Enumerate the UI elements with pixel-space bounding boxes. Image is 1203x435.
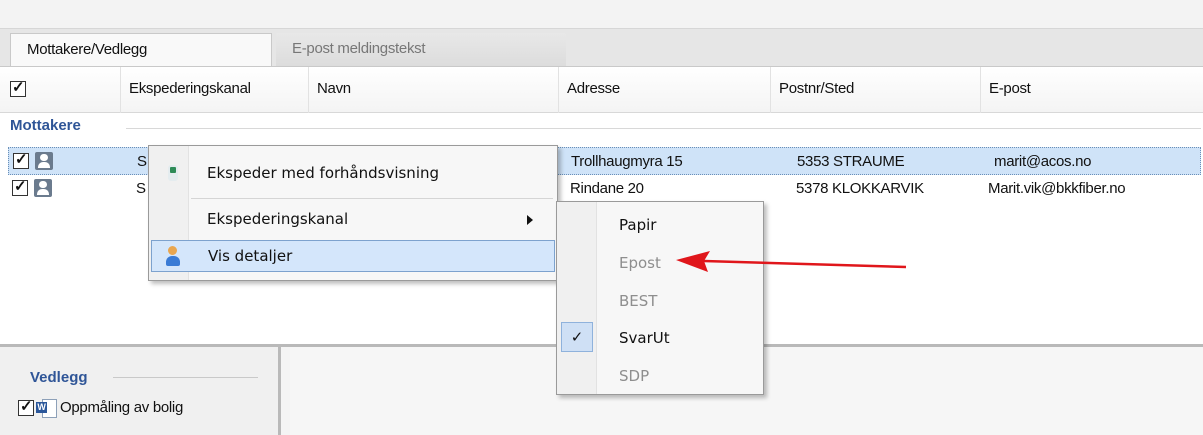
person-details-icon [164,246,182,268]
group-divider [126,128,1201,129]
group-label-mottakere: Mottakere [10,117,81,134]
row-checkbox[interactable] [12,177,28,196]
column-header-navn[interactable]: Navn [308,67,558,113]
person-icon [34,179,52,197]
submenu-arrow-icon [527,215,533,225]
submenu-item-best[interactable]: BEST [619,292,657,310]
menu-separator [191,198,553,199]
column-header-epost[interactable]: E-post [980,67,1203,113]
menu-item-label: Ekspeder med forhåndsvisning [207,164,440,182]
group-divider [113,377,258,378]
menu-gutter [557,202,597,394]
attachment-item[interactable]: Oppmåling av bolig [18,397,184,419]
window-top-strip [0,0,1203,28]
column-header-kanal[interactable]: Ekspederingskanal [120,67,308,113]
red-arrow-annotation [676,251,907,272]
submenu-item-svarut[interactable]: SvarUt [619,329,670,347]
menu-item-ekspeder[interactable]: Ekspeder med forhåndsvisning [151,158,555,190]
tab-epost-meldingstekst[interactable]: E-post meldingstekst [276,33,566,67]
send-icon [165,163,181,183]
cell-adresse: Trollhaugmyra 15 [571,153,683,170]
submenu-item-sdp[interactable]: SDP [619,367,649,385]
cell-adresse: Rindane 20 [570,180,644,197]
check-icon: ✓ [561,322,593,352]
word-document-icon [36,399,57,419]
select-all-checkbox[interactable] [10,78,26,98]
tab-bar: Mottakere/Vedlegg E-post meldingstekst [0,28,1203,67]
tab-mottakere-vedlegg[interactable]: Mottakere/Vedlegg [10,33,272,67]
menu-item-ekspederingskanal[interactable]: Ekspederingskanal [151,204,555,236]
submenu-item-papir[interactable]: Papir [619,216,656,234]
person-icon [35,152,53,170]
cell-postnr: 5378 KLOKKARVIK [796,180,924,197]
select-all-header[interactable] [0,67,120,113]
arrow-shaft [703,259,907,269]
grid-header: Ekspederingskanal Navn Adresse Postnr/St… [0,67,1203,113]
menu-item-label: Ekspederingskanal [207,210,349,228]
submenu-item-epost[interactable]: Epost [619,254,661,272]
menu-item-label: Vis detaljer [208,247,293,265]
context-menu: Ekspeder med forhåndsvisning Ekspedering… [148,145,558,281]
row-checkbox[interactable] [13,150,29,169]
group-label-vedlegg: Vedlegg [30,369,88,386]
column-header-adresse[interactable]: Adresse [558,67,770,113]
cell-epost: Marit.vik@bkkfiber.no [988,180,1126,197]
cell-epost: marit@acos.no [994,153,1092,170]
attachment-label: Oppmåling av bolig [60,399,184,416]
column-header-postnr[interactable]: Postnr/Sted [770,67,980,113]
pane-splitter[interactable] [278,347,290,435]
cell-postnr: 5353 STRAUME [797,153,905,170]
cell-kanal: S [137,153,147,170]
attachment-checkbox[interactable] [18,397,34,417]
submenu-ekspederingskanal: Papir Epost BEST ✓ SvarUt SDP [556,201,764,395]
menu-item-vis-detaljer[interactable]: Vis detaljer [151,240,555,272]
cell-kanal: S [136,180,146,197]
